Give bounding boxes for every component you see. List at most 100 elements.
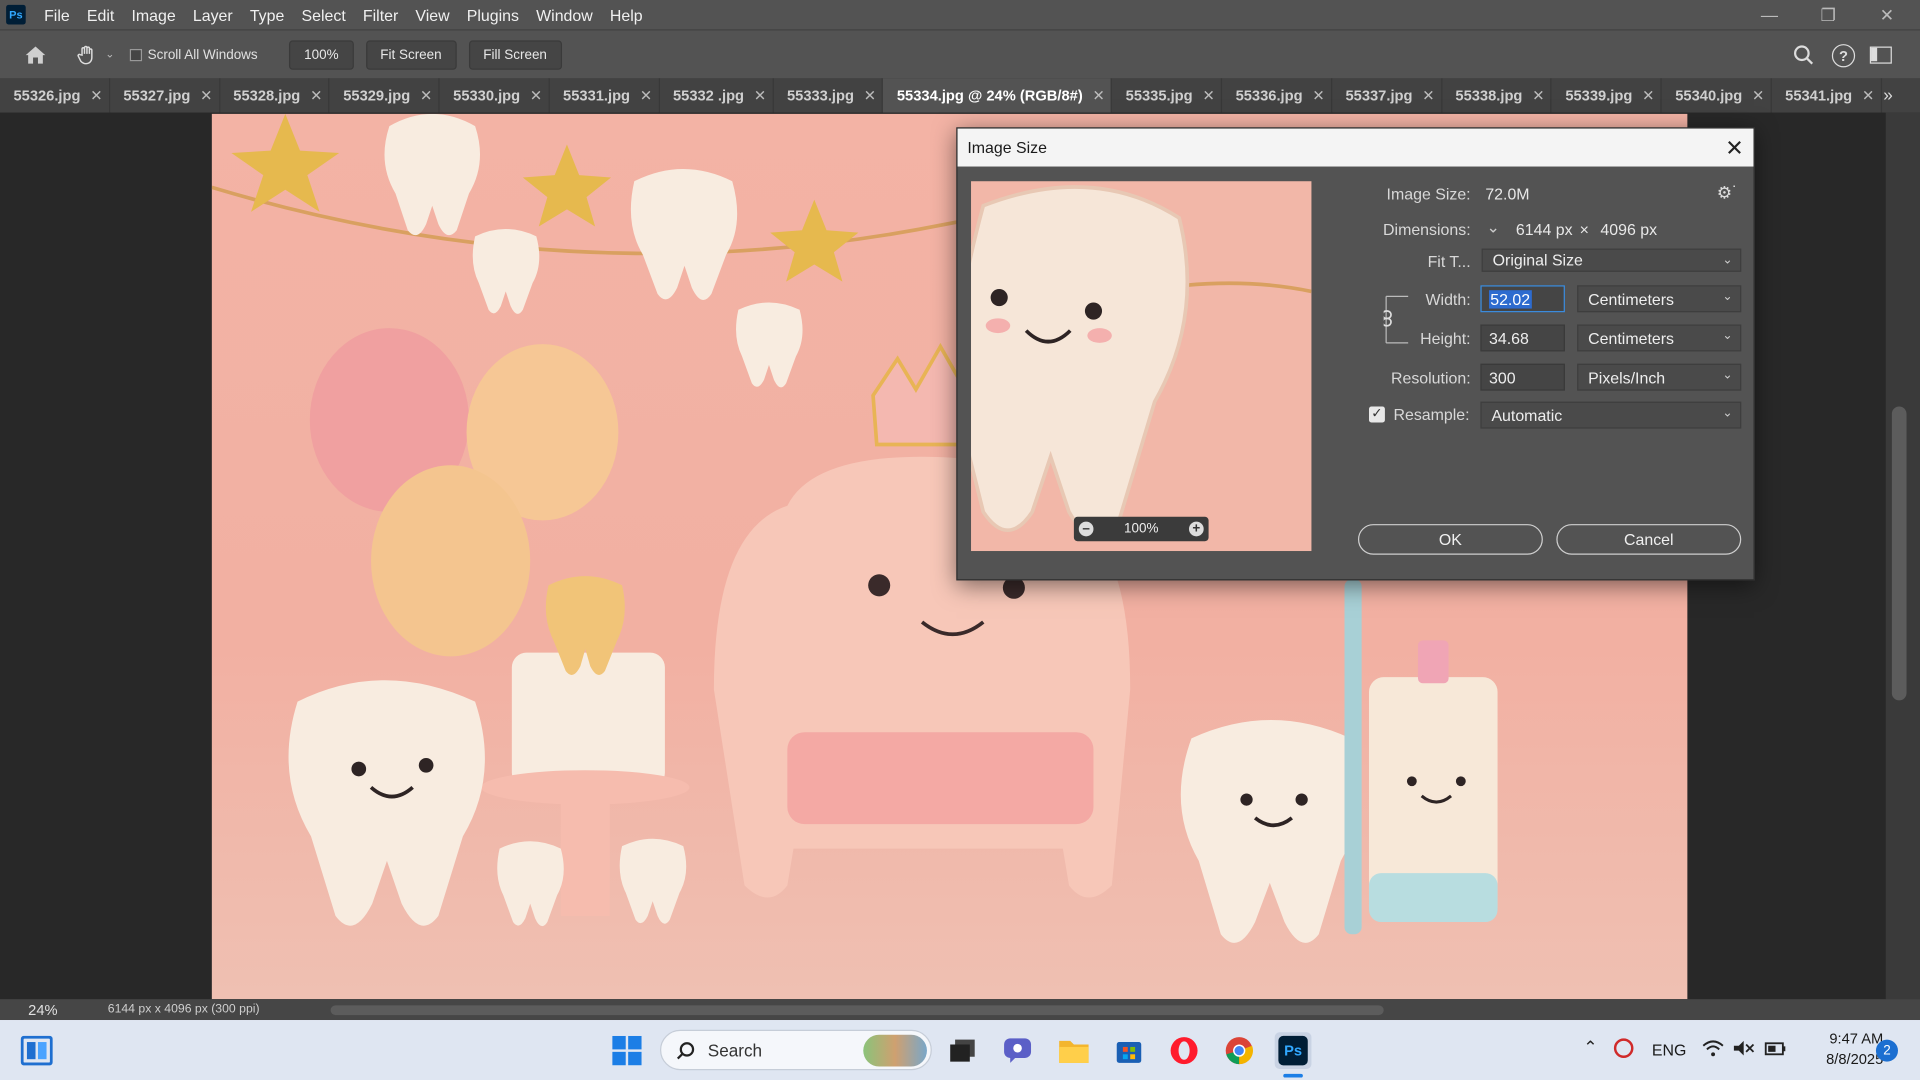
close-tab-icon[interactable]: ✕	[200, 87, 212, 104]
preview-pane[interactable]: – 100% +	[971, 181, 1312, 552]
close-tab-icon[interactable]: ✕	[1093, 87, 1105, 104]
tab-55331[interactable]: 55331.jpg ✕	[550, 78, 660, 113]
vertical-scrollbar[interactable]	[1885, 112, 1920, 1000]
tab-55341[interactable]: 55341.jpg ✕	[1772, 78, 1882, 113]
close-tab-icon[interactable]: ✕	[1642, 87, 1654, 104]
opera-browser-icon[interactable]	[1166, 1032, 1203, 1069]
tab-55335[interactable]: 55335.jpg ✕	[1112, 78, 1223, 113]
width-unit-select[interactable]: Centimeters ⌄	[1577, 285, 1742, 313]
zoom-in-icon[interactable]: +	[1188, 521, 1204, 537]
tab-55326[interactable]: 55326.jpg ✕	[0, 78, 110, 113]
language-indicator[interactable]: ENG	[1652, 1041, 1686, 1059]
zoom-100-button[interactable]: 100%	[289, 39, 354, 70]
home-icon[interactable]	[18, 37, 52, 71]
close-tab-icon[interactable]: ✕	[420, 87, 432, 104]
close-tab-icon[interactable]: ✕	[864, 87, 876, 104]
close-tab-icon[interactable]: ✕	[1202, 87, 1214, 104]
menu-help[interactable]: Help	[601, 6, 651, 24]
menu-plugins[interactable]: Plugins	[458, 6, 527, 24]
resample-checkbox[interactable]: ✓	[1368, 406, 1385, 423]
show-hidden-icons-chevron-icon[interactable]: ⌃	[1583, 1037, 1597, 1058]
cancel-button[interactable]: Cancel	[1556, 524, 1742, 555]
restore-icon[interactable]: ❐	[1800, 0, 1856, 29]
menu-window[interactable]: Window	[528, 6, 602, 24]
start-windows-icon[interactable]	[609, 1032, 646, 1069]
fill-screen-button[interactable]: Fill Screen	[468, 39, 562, 70]
minimize-icon[interactable]: —	[1741, 0, 1797, 29]
zoom-out-icon[interactable]: –	[1078, 521, 1094, 537]
dimensions-chevron-icon[interactable]: ⌄	[1487, 218, 1500, 238]
vertical-scroll-thumb[interactable]	[1891, 406, 1907, 701]
close-tab-icon[interactable]: ✕	[310, 87, 322, 104]
menu-layer[interactable]: Layer	[184, 6, 241, 24]
tab-55340[interactable]: 55340.jpg ✕	[1662, 78, 1772, 113]
widgets-icon[interactable]	[18, 1032, 55, 1069]
resolution-unit-select[interactable]: Pixels/Inch ⌄	[1577, 363, 1742, 391]
close-tab-icon[interactable]: ✕	[1422, 87, 1434, 104]
scroll-all-windows-checkbox[interactable]	[129, 48, 142, 61]
chrome-browser-icon[interactable]	[1221, 1032, 1258, 1069]
clock-date[interactable]: 8/8/2025	[1800, 1051, 1883, 1068]
photoshop-taskbar-icon[interactable]: Ps	[1274, 1032, 1312, 1069]
tab-overflow-icon[interactable]: »	[1883, 84, 1893, 104]
close-tab-icon[interactable]: ✕	[1752, 87, 1764, 104]
menu-file[interactable]: File	[36, 6, 79, 24]
menu-edit[interactable]: Edit	[78, 6, 123, 24]
file-explorer-icon[interactable]	[1056, 1032, 1093, 1069]
close-tab-icon[interactable]: ✕	[1862, 87, 1874, 104]
close-icon[interactable]: ✕	[1725, 136, 1743, 162]
width-input[interactable]: 52.02	[1480, 285, 1565, 313]
notification-badge[interactable]: 2	[1875, 1039, 1898, 1062]
menu-type[interactable]: Type	[241, 6, 293, 24]
vpn-shield-icon[interactable]	[1613, 1038, 1634, 1058]
status-doc-info[interactable]: 6144 px x 4096 px (300 ppi)	[108, 1003, 260, 1016]
tab-55328[interactable]: 55328.jpg ✕	[220, 78, 330, 113]
resample-select[interactable]: Automatic ⌄	[1480, 401, 1742, 429]
wifi-icon[interactable]	[1702, 1040, 1724, 1057]
tab-55336[interactable]: 55336.jpg ✕	[1222, 78, 1333, 113]
photoshop-logo-icon[interactable]: Ps	[6, 4, 26, 25]
tab-55338[interactable]: 55338.jpg ✕	[1442, 78, 1552, 113]
dialog-title-bar[interactable]: Image Size ✕	[957, 128, 1754, 167]
close-tab-icon[interactable]: ✕	[754, 87, 766, 104]
fit-screen-button[interactable]: Fit Screen	[365, 39, 457, 70]
close-tab-icon[interactable]: ✕	[640, 87, 652, 104]
height-unit-select[interactable]: Centimeters ⌄	[1577, 324, 1742, 352]
close-tab-icon[interactable]: ✕	[530, 87, 542, 104]
tab-55333[interactable]: 55333.jpg ✕	[774, 78, 884, 113]
search-icon[interactable]	[1793, 44, 1815, 70]
tab-55327[interactable]: 55327.jpg ✕	[110, 78, 220, 113]
tool-preset-chevron-icon[interactable]: ⌄	[105, 48, 114, 61]
horizontal-scroll-thumb[interactable]	[330, 1005, 1384, 1016]
tab-55339[interactable]: 55339.jpg ✕	[1552, 78, 1662, 113]
tab-55332[interactable]: 55332 .jpg ✕	[660, 78, 774, 113]
taskbar-search-box[interactable]: Search	[660, 1029, 932, 1071]
clock-time[interactable]: 9:47 AM	[1810, 1030, 1883, 1047]
tab-55330[interactable]: 55330.jpg ✕	[440, 78, 550, 113]
menu-filter[interactable]: Filter	[354, 6, 407, 24]
task-view-icon[interactable]	[944, 1032, 981, 1069]
settings-gear-icon[interactable]: ⚙˙	[1717, 182, 1738, 203]
battery-icon[interactable]	[1763, 1040, 1787, 1057]
close-tab-icon[interactable]: ✕	[90, 87, 102, 104]
microsoft-store-icon[interactable]	[1111, 1032, 1148, 1069]
ok-button[interactable]: OK	[1357, 524, 1543, 555]
horizontal-scrollbar[interactable]	[330, 1003, 1874, 1016]
height-input[interactable]: 34.68	[1480, 324, 1565, 352]
menu-view[interactable]: View	[407, 6, 458, 24]
volume-muted-icon[interactable]	[1733, 1040, 1755, 1057]
resolution-input[interactable]: 300	[1480, 363, 1565, 391]
close-tab-icon[interactable]: ✕	[1312, 87, 1324, 104]
tab-55329[interactable]: 55329.jpg ✕	[330, 78, 440, 113]
close-tab-icon[interactable]: ✕	[1532, 87, 1544, 104]
menu-image[interactable]: Image	[123, 6, 184, 24]
tab-55334-active[interactable]: 55334.jpg @ 24% (RGB/8#) ✕	[883, 78, 1113, 113]
tab-55337[interactable]: 55337.jpg ✕	[1332, 78, 1442, 113]
chat-icon[interactable]	[999, 1032, 1036, 1069]
close-window-icon[interactable]: ✕	[1859, 0, 1915, 29]
workspace-icon[interactable]	[1869, 46, 1892, 64]
help-icon[interactable]: ?	[1831, 44, 1856, 68]
menu-select[interactable]: Select	[293, 6, 354, 24]
fit-to-select[interactable]: Original Size ⌄	[1481, 248, 1742, 272]
hand-tool-icon[interactable]	[71, 37, 103, 71]
